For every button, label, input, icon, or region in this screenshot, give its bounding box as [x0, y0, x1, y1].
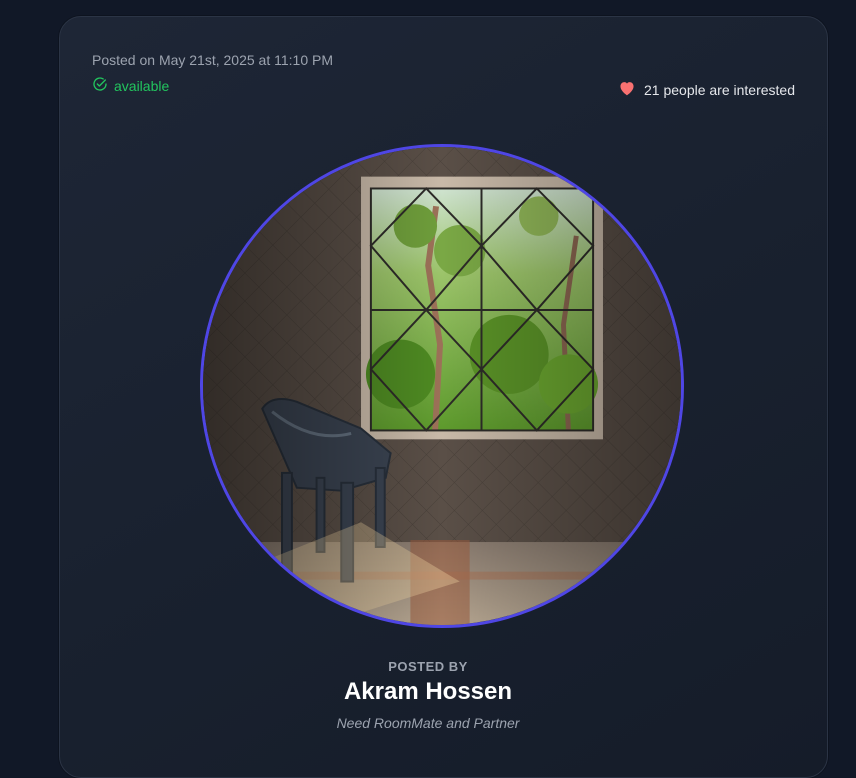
- author-name: Akram Hossen: [343, 678, 513, 705]
- room-photo: [200, 144, 684, 628]
- posted-by-label: POSTED BY: [388, 659, 468, 674]
- check-circle-icon: [92, 76, 108, 95]
- interest-label: 21 people are interested: [644, 81, 795, 98]
- interest-count: 21 people are interested: [618, 80, 795, 99]
- heart-icon[interactable]: [618, 80, 636, 99]
- status-label: available: [114, 77, 170, 94]
- post-tagline: Need RoomMate and Partner: [336, 715, 520, 731]
- availability-status: available: [92, 76, 169, 95]
- posted-date: Posted on May 21st, 2025 at 11:10 PM: [92, 52, 334, 68]
